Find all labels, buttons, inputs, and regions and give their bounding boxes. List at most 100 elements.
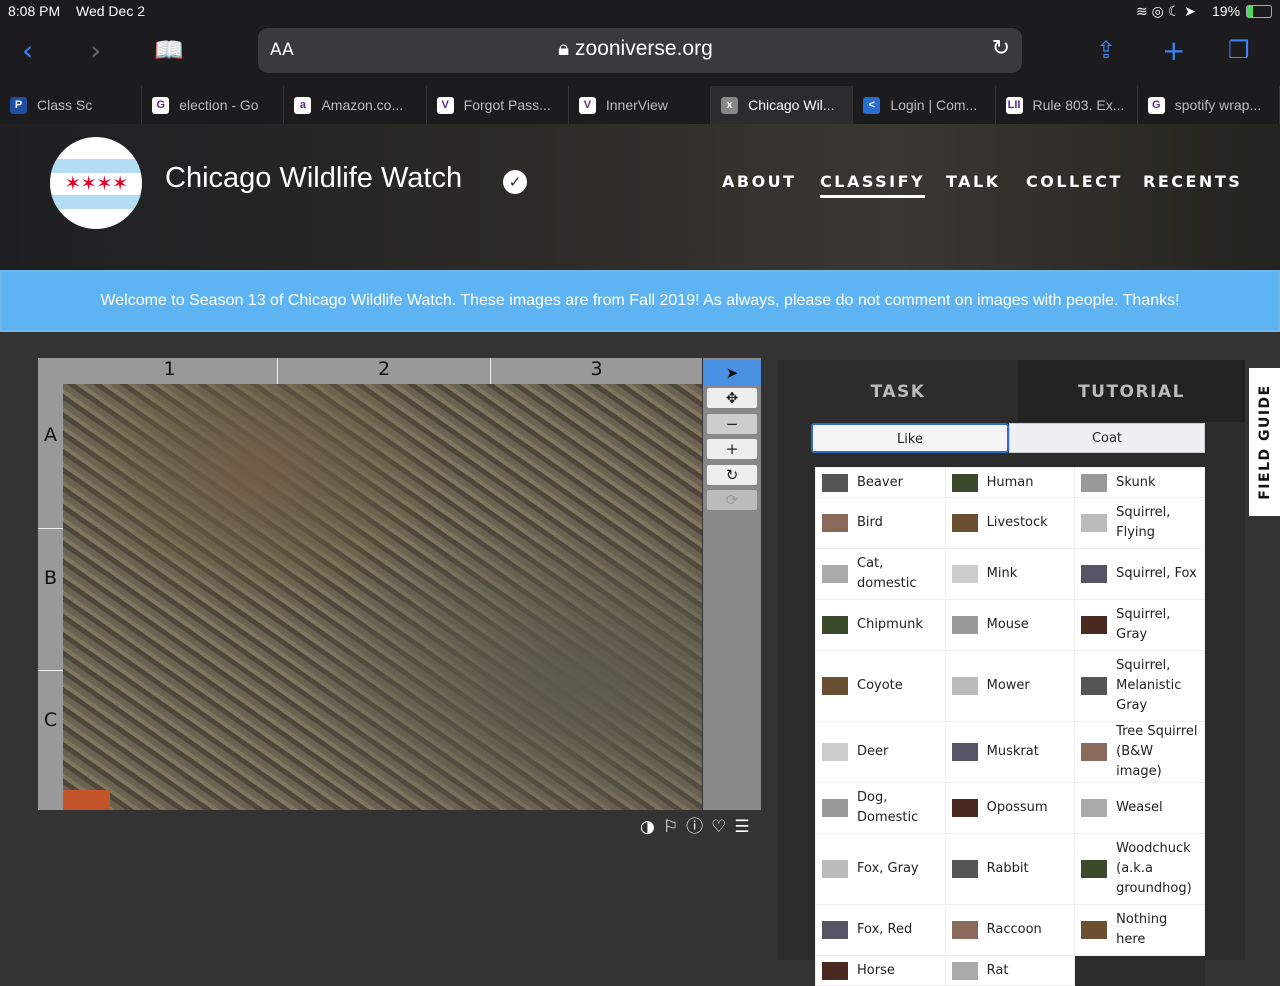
species-choice[interactable]: Beaver (815, 467, 946, 498)
filter-like-button[interactable]: Like (811, 423, 1009, 453)
species-choice[interactable]: Opossum (944, 782, 1076, 834)
species-choice[interactable]: Chipmunk (815, 599, 946, 651)
pointer-tool-icon[interactable]: ➤ (703, 360, 761, 386)
species-thumbnail (951, 921, 978, 939)
rotate-icon[interactable]: ↻ (707, 465, 757, 485)
nav-about[interactable]: ABOUT (722, 172, 797, 191)
browser-tab[interactable]: Gspotify wrap... (1138, 86, 1280, 124)
address-bar[interactable]: AA 🔒︎ zooniverse.org ↻ (258, 28, 1022, 73)
species-choice[interactable]: Human (944, 467, 1076, 498)
new-tab-icon[interactable]: + (1162, 34, 1185, 67)
species-choice[interactable]: Squirrel, Melanistic Gray (1074, 650, 1205, 722)
grid-column-label: 3 (490, 358, 702, 384)
species-label: Deer (857, 744, 889, 759)
invert-icon[interactable]: ◑ (640, 817, 663, 837)
favicon-icon: G (152, 96, 170, 114)
species-choice[interactable]: Squirrel, Fox (1074, 548, 1205, 600)
species-choice[interactable]: Livestock (944, 497, 1076, 549)
browser-tab[interactable]: LII Rule 803. Ex... (996, 86, 1138, 124)
tab-task[interactable]: TASK (778, 360, 1018, 422)
species-choice[interactable]: Fox, Gray (815, 833, 946, 905)
species-choice[interactable]: Deer (815, 721, 946, 783)
species-choice[interactable]: Weasel (1074, 782, 1205, 834)
species-choice[interactable]: Fox, Red (815, 904, 946, 956)
collections-list-icon[interactable]: ☰ (734, 817, 757, 837)
species-choice[interactable]: Dog, Domestic (815, 782, 946, 834)
subject-viewer: 1 2 3 A B C (38, 358, 702, 810)
species-choice[interactable]: Rat (944, 955, 1076, 986)
species-choice[interactable]: Tree Squirrel (B&W image) (1074, 721, 1205, 783)
browser-tab[interactable]: x Chicago Wil... (711, 86, 854, 124)
lock-icon: 🔒︎ (558, 37, 576, 60)
nav-talk[interactable]: TALK (946, 172, 1001, 191)
camera-trap-image[interactable] (63, 384, 702, 810)
species-choice[interactable]: Squirrel, Gray (1074, 599, 1205, 651)
species-choice[interactable]: Cat, domestic (815, 548, 946, 600)
species-choice[interactable]: Mower (944, 650, 1076, 722)
reset-icon[interactable]: ⟳ (707, 490, 757, 510)
species-choice[interactable]: Woodchuck (a.k.a groundhog) (1074, 833, 1205, 905)
empty-cell (1074, 955, 1205, 986)
viewer-toolbar: ➤ ✥ − + ↻ ⟳ (703, 358, 761, 810)
status-bar: 8:08 PM Wed Dec 2 ≋ ◎ ☾ ➤ 19% (0, 0, 1280, 24)
bookmarks-icon[interactable]: 📖 (154, 36, 184, 64)
species-label: Chipmunk (857, 617, 923, 632)
species-choice[interactable]: Rabbit (944, 833, 1076, 905)
species-label: Bird (857, 515, 883, 530)
zoom-out-icon[interactable]: − (707, 414, 757, 434)
species-thumbnail (1081, 473, 1108, 492)
grid-column-label: 2 (277, 358, 490, 384)
species-choice[interactable]: Muskrat (944, 721, 1076, 783)
tab-tutorial[interactable]: TUTORIAL (1018, 360, 1245, 422)
favicon-icon: G (1147, 96, 1165, 114)
chicago-flag-logo[interactable]: ✶✶✶✶ (50, 137, 142, 229)
favorite-heart-icon[interactable]: ♡ (711, 817, 734, 837)
tab-title: Forgot Pass... (463, 97, 551, 113)
zoom-in-icon[interactable]: + (707, 439, 757, 459)
species-label: Cat, domestic (857, 556, 917, 591)
forward-icon[interactable]: › (90, 34, 101, 67)
browser-tab[interactable]: P Class Sc (0, 86, 143, 124)
tab-title: Amazon.co... (321, 97, 404, 113)
announcement-banner: Welcome to Season 13 of Chicago Wildlife… (0, 270, 1280, 332)
share-icon[interactable]: ⇪ (1096, 36, 1116, 64)
species-label: Squirrel, Flying (1116, 505, 1171, 540)
grid-row-label: C (38, 670, 63, 731)
browser-tab[interactable]: V InnerView (569, 86, 712, 124)
field-guide-button[interactable]: FIELD GUIDE (1249, 368, 1280, 516)
species-choice[interactable]: Mouse (944, 599, 1076, 651)
text-size-button[interactable]: AA (270, 40, 294, 60)
nav-collect[interactable]: COLLECT (1026, 172, 1123, 191)
info-icon[interactable]: ⓘ (686, 817, 711, 837)
tabs-overview-icon[interactable]: ❐ (1228, 36, 1250, 64)
site-title[interactable]: Chicago Wildlife Watch (165, 162, 462, 195)
species-choice[interactable]: Raccoon (944, 904, 1076, 956)
species-thumbnail (1081, 677, 1108, 695)
nav-recents[interactable]: RECENTS (1143, 172, 1242, 191)
nav-classify[interactable]: CLASSIFY (820, 172, 926, 198)
reload-icon[interactable]: ↻ (992, 36, 1010, 61)
species-thumbnail (1081, 514, 1108, 532)
species-thumbnail (1081, 565, 1108, 583)
grid-column-label: 1 (163, 358, 176, 380)
species-choice[interactable]: Coyote (815, 650, 946, 722)
species-thumbnail (951, 565, 978, 583)
browser-tab[interactable]: < Login | Com... (853, 86, 996, 124)
back-icon[interactable]: ‹ (22, 34, 33, 67)
browser-tab[interactable]: a Amazon.co... (284, 86, 427, 124)
species-label: Horse (857, 962, 895, 978)
tab-title: Rule 803. Ex... (1032, 97, 1125, 113)
species-choice[interactable]: Mink (944, 548, 1076, 600)
pan-tool-icon[interactable]: ✥ (707, 388, 757, 408)
browser-tab[interactable]: V Forgot Pass... (427, 86, 569, 124)
camera-stamp (63, 790, 110, 810)
species-choice[interactable]: Nothing here (1074, 904, 1205, 956)
species-choice[interactable]: Squirrel, Flying (1074, 497, 1205, 549)
flag-icon[interactable]: ⚐ (663, 817, 686, 837)
browser-tab[interactable]: Gelection - Go (142, 86, 285, 124)
species-choice[interactable]: Bird (815, 497, 946, 549)
filter-coat-button[interactable]: Coat (1009, 423, 1205, 453)
species-choice[interactable]: Horse (815, 955, 946, 986)
species-choice[interactable]: Skunk (1074, 467, 1205, 498)
url-text: 🔒︎ zooniverse.org (558, 37, 713, 61)
